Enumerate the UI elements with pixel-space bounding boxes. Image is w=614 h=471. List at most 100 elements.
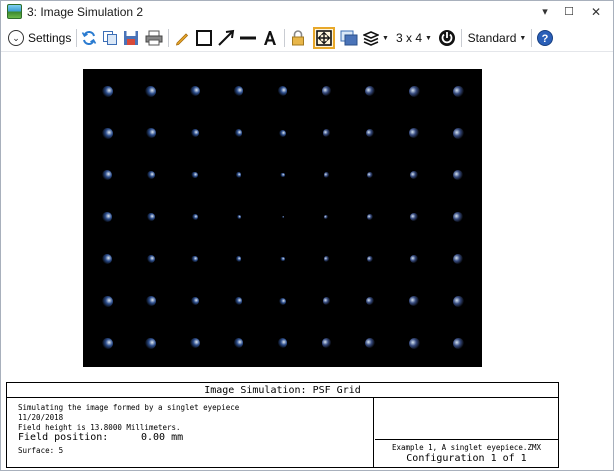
psf-spot — [365, 337, 376, 349]
standard-dropdown[interactable]: Standard ▼ — [466, 28, 528, 48]
layers-icon — [363, 31, 380, 46]
title-bar[interactable]: 3: Image Simulation 2 ▾ ☐ ✕ — [1, 1, 613, 23]
maximize-button[interactable]: ☐ — [561, 4, 577, 20]
psf-spot — [453, 212, 463, 222]
grid-layout-dropdown[interactable]: 3 x 4 ▼ — [394, 28, 434, 48]
save-icon — [124, 31, 138, 45]
field-height-line: Field height is 13.8000 Millimeters. — [18, 423, 181, 432]
surface-line: Surface: 5 — [18, 446, 64, 455]
psf-spot — [410, 213, 418, 221]
psf-spot — [191, 171, 198, 179]
field-position-value: 0.00 mm — [141, 432, 184, 443]
psf-spot — [453, 170, 463, 180]
psf-spot — [146, 254, 155, 264]
window-button[interactable] — [339, 28, 359, 48]
psf-spot — [234, 129, 243, 137]
copy-icon — [103, 31, 117, 45]
power-icon — [439, 30, 455, 46]
info-box-blank-cell — [375, 398, 558, 440]
info-box-file-cell: Example 1, A singlet eyepiece.ZMX Config… — [375, 441, 558, 467]
psf-spot — [365, 85, 376, 97]
refresh-icon — [81, 30, 97, 46]
help-icon: ? — [537, 30, 553, 46]
draw-pencil-button[interactable] — [173, 28, 191, 48]
psf-spot — [366, 255, 374, 263]
psf-spot — [281, 216, 284, 218]
psf-spot — [322, 129, 331, 137]
rectangle-icon — [196, 30, 212, 46]
psf-spot — [101, 295, 113, 307]
chevron-down-icon: ⌄ — [8, 30, 24, 46]
psf-spot — [323, 172, 329, 178]
psf-spot — [234, 297, 243, 305]
psf-spot — [101, 127, 113, 139]
psf-spot — [452, 295, 464, 307]
window-title: 3: Image Simulation 2 — [27, 5, 144, 19]
psf-spot — [233, 338, 244, 348]
psf-spot — [277, 86, 288, 96]
psf-spot — [277, 338, 288, 348]
chevron-down-icon: ▼ — [382, 34, 389, 42]
draw-rectangle-button[interactable] — [194, 28, 214, 48]
draw-arrow-button[interactable] — [216, 28, 236, 48]
psf-spot — [145, 85, 157, 97]
toolbar: ⌄ Settings ▼ 3 x 4 ▼ Standard ▼ ? — [1, 24, 613, 52]
print-icon — [145, 30, 163, 46]
psf-spot — [146, 128, 156, 138]
psf-spot — [147, 213, 155, 221]
print-button[interactable] — [144, 28, 164, 48]
psf-spot — [321, 338, 332, 348]
psf-spot — [410, 254, 419, 264]
save-button[interactable] — [122, 28, 140, 48]
image-simulation-canvas[interactable] — [83, 69, 482, 367]
psf-spot — [279, 297, 286, 305]
psf-spot — [408, 337, 420, 349]
info-box-description: Simulating the image formed by a singlet… — [7, 398, 374, 467]
layers-dropdown[interactable]: ▼ — [363, 28, 389, 48]
plot-area: Image Simulation: PSF Grid Simulating th… — [1, 53, 613, 470]
auto-update-button[interactable] — [437, 28, 457, 48]
fit-to-window-button[interactable] — [313, 27, 335, 49]
psf-spot — [146, 170, 155, 180]
field-position-label: Field position: — [18, 432, 109, 443]
psf-spot — [101, 85, 113, 97]
psf-spot — [189, 337, 200, 349]
psf-spot — [409, 128, 419, 138]
copy-button[interactable] — [101, 28, 119, 48]
psf-spot — [233, 86, 244, 96]
standard-label: Standard — [467, 31, 517, 45]
draw-line-button[interactable] — [238, 28, 258, 48]
psf-spot — [409, 296, 419, 306]
toolbar-divider — [461, 29, 462, 47]
app-icon — [7, 4, 22, 19]
draw-text-button[interactable] — [260, 28, 280, 48]
help-button[interactable]: ? — [536, 28, 554, 48]
psf-spot — [322, 297, 331, 305]
psf-spot — [452, 337, 464, 349]
psf-spot — [102, 254, 112, 264]
psf-spot — [146, 296, 156, 306]
psf-spot — [323, 256, 329, 262]
settings-button[interactable]: ⌄ Settings — [8, 28, 72, 48]
info-box-title: Image Simulation: PSF Grid — [7, 383, 558, 398]
configuration-label: Configuration 1 of 1 — [406, 453, 527, 464]
fit-icon — [316, 30, 332, 46]
refresh-button[interactable] — [80, 28, 98, 48]
lock-button[interactable] — [289, 28, 307, 48]
file-name: Example 1, A singlet eyepiece.ZMX — [391, 443, 541, 452]
psf-spot — [452, 127, 464, 139]
psf-spot — [366, 296, 375, 306]
chevron-down-icon: ▼ — [519, 34, 527, 42]
psf-spot — [366, 128, 375, 138]
psf-spot — [190, 296, 199, 306]
close-button[interactable]: ✕ — [588, 4, 604, 20]
info-box: Image Simulation: PSF Grid Simulating th… — [6, 382, 559, 468]
psf-spot — [280, 256, 285, 262]
svg-text:?: ? — [542, 33, 549, 45]
window-icon — [340, 30, 358, 46]
chevron-down-icon: ▼ — [425, 34, 432, 42]
minimize-button[interactable]: ▾ — [537, 4, 553, 20]
psf-spot — [190, 128, 199, 138]
text-icon — [264, 31, 276, 45]
toolbar-divider — [531, 29, 532, 47]
